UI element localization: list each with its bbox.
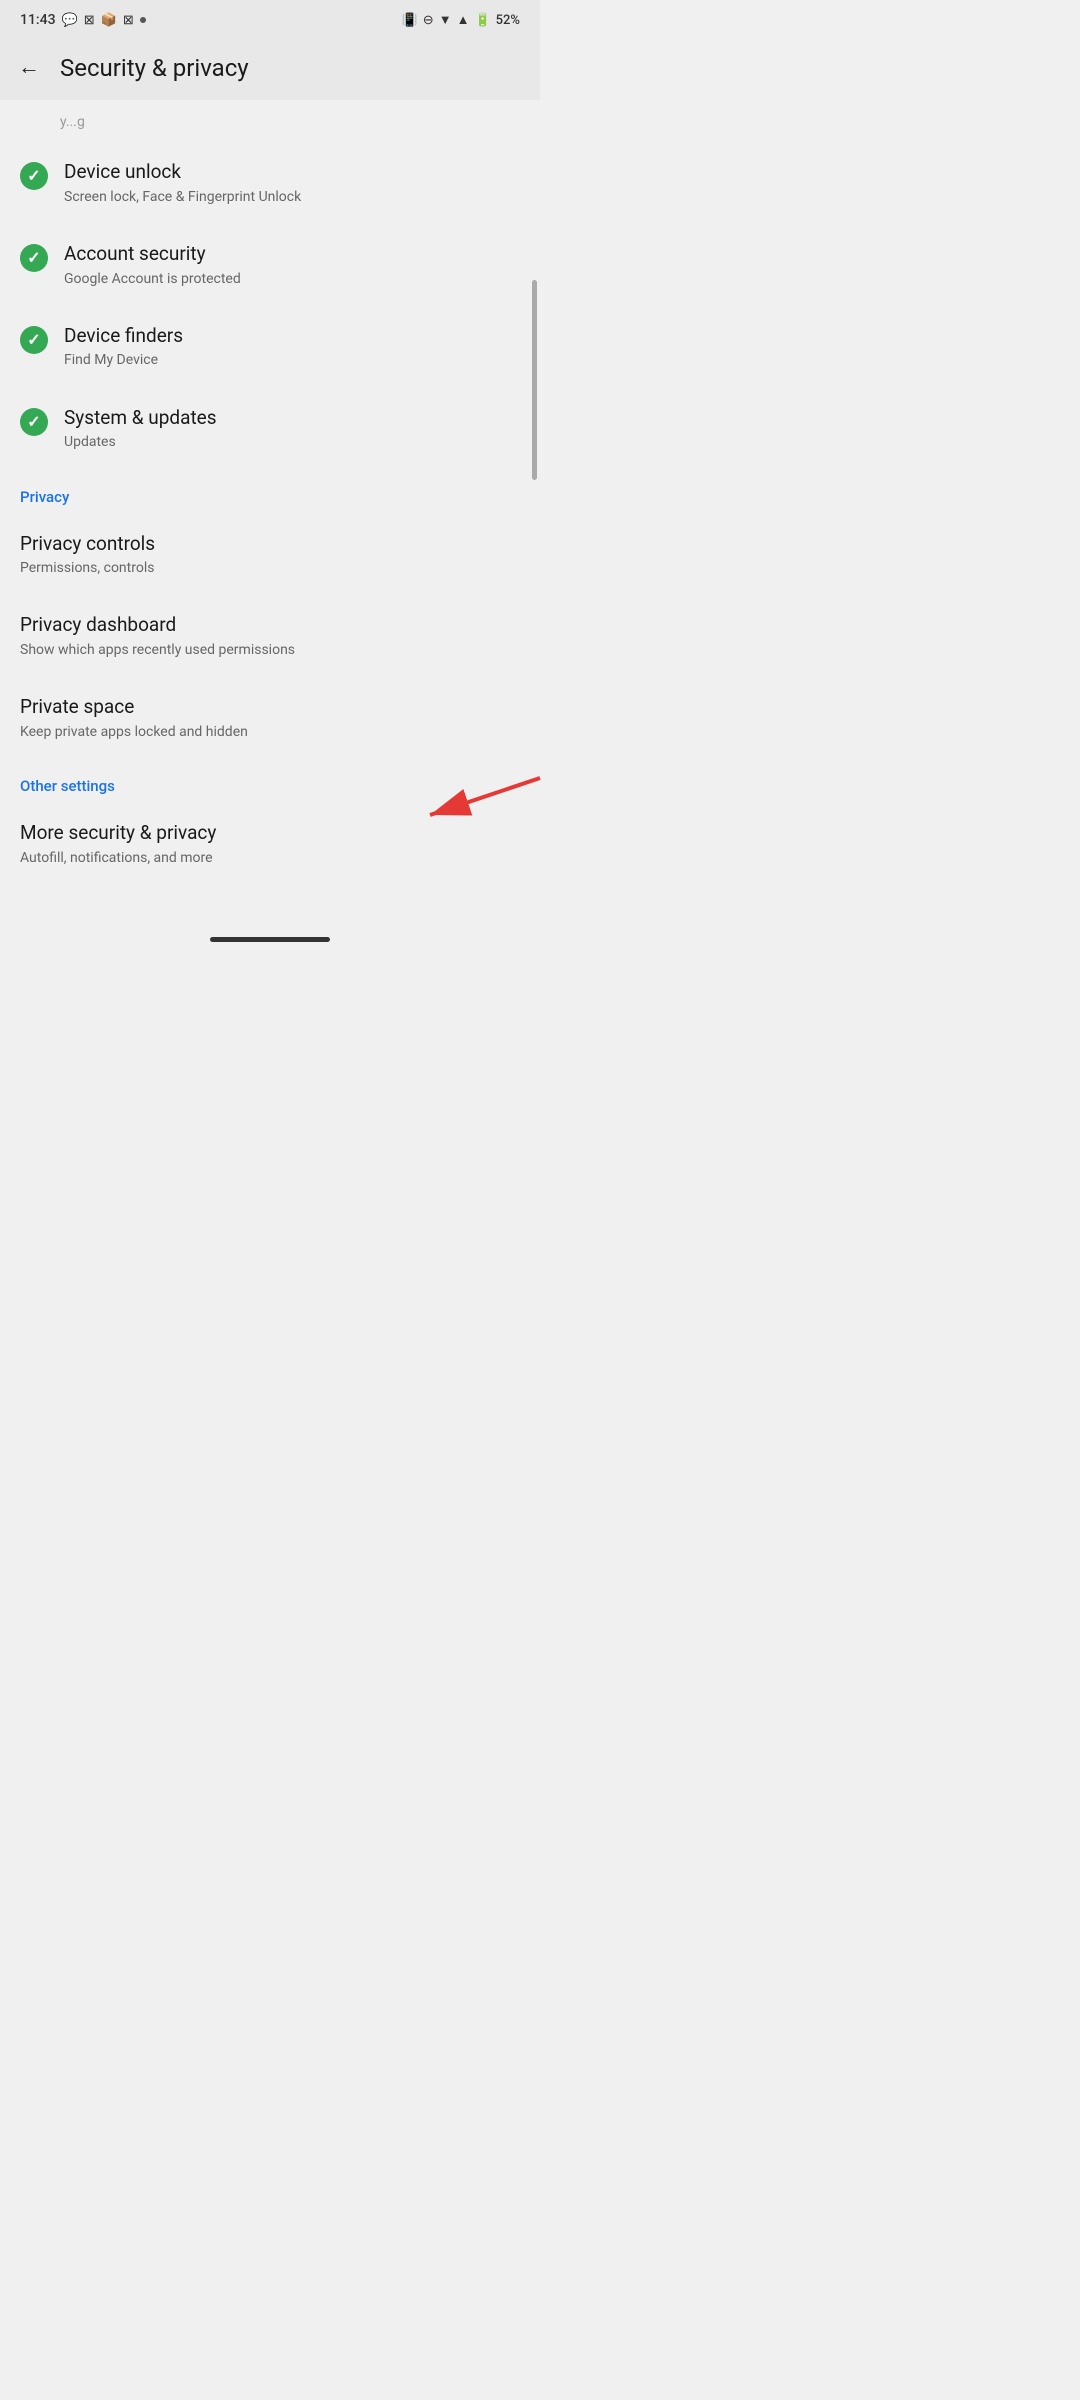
device-unlock-title: Device unlock (64, 160, 520, 185)
system-updates-title: System & updates (64, 406, 520, 431)
device-finders-subtitle: Find My Device (64, 351, 520, 369)
privacy-controls-item[interactable]: Privacy controls Permissions, controls (0, 514, 540, 596)
partial-item: y...g (0, 100, 540, 142)
status-bar: 11:43 💬 ⊠ 📦 ⊠ 📳 ⊖ ▼ ▲ 🔋 52% (0, 0, 540, 40)
dnd-icon: ⊖ (423, 13, 434, 28)
check-icon-system-updates (20, 408, 48, 436)
battery-percent: 52% (496, 13, 520, 28)
check-icon-device-unlock (20, 162, 48, 190)
private-space-title: Private space (20, 695, 520, 720)
top-bar: ← Security & privacy (0, 40, 540, 100)
privacy-dashboard-title: Privacy dashboard (20, 613, 520, 638)
signal-icon: ▲ (457, 12, 470, 28)
check-icon-device-finders (20, 326, 48, 354)
battery-icon: 🔋 (474, 13, 490, 28)
account-security-item[interactable]: Account security Google Account is prote… (0, 224, 540, 306)
notif-icon: ⊠ (123, 13, 134, 28)
device-finders-title: Device finders (64, 324, 520, 349)
home-indicator (0, 925, 540, 952)
private-space-subtitle: Keep private apps locked and hidden (20, 723, 520, 741)
other-section-label: Other settings (0, 759, 540, 803)
device-unlock-subtitle: Screen lock, Face & Fingerprint Unlock (64, 188, 520, 206)
page-title: Security & privacy (60, 54, 249, 82)
wifi-icon: ▼ (439, 12, 452, 28)
device-unlock-item[interactable]: Device unlock Screen lock, Face & Finger… (0, 142, 540, 224)
content: y...g Device unlock Screen lock, Face & … (0, 100, 540, 925)
system-updates-subtitle: Updates (64, 433, 520, 451)
privacy-dashboard-item[interactable]: Privacy dashboard Show which apps recent… (0, 595, 540, 677)
check-icon-account-security (20, 244, 48, 272)
privacy-section-label: Privacy (0, 470, 540, 514)
more-security-item[interactable]: More security & privacy Autofill, notifi… (0, 803, 540, 885)
device-finders-item[interactable]: Device finders Find My Device (0, 306, 540, 388)
vibrate-icon: 📳 (402, 13, 418, 28)
more-security-title: More security & privacy (20, 821, 380, 846)
account-security-subtitle: Google Account is protected (64, 270, 520, 288)
more-security-subtitle: Autofill, notifications, and more (20, 849, 380, 867)
status-right: 📳 ⊖ ▼ ▲ 🔋 52% (402, 12, 520, 28)
privacy-controls-title: Privacy controls (20, 532, 520, 557)
private-space-item[interactable]: Private space Keep private apps locked a… (0, 677, 540, 759)
dot-icon (140, 17, 146, 23)
msg-icon: ⊠ (84, 13, 95, 28)
home-bar (210, 937, 330, 942)
system-updates-item[interactable]: System & updates Updates (0, 388, 540, 470)
privacy-dashboard-subtitle: Show which apps recently used permission… (20, 641, 520, 659)
back-button[interactable]: ← (18, 57, 40, 79)
status-left: 11:43 💬 ⊠ 📦 ⊠ (20, 12, 146, 28)
scrollbar[interactable] (532, 280, 537, 480)
privacy-controls-subtitle: Permissions, controls (20, 559, 520, 577)
chat-icon: 💬 (62, 13, 78, 28)
box-icon: 📦 (101, 13, 117, 28)
time: 11:43 (20, 12, 56, 28)
account-security-title: Account security (64, 242, 520, 267)
